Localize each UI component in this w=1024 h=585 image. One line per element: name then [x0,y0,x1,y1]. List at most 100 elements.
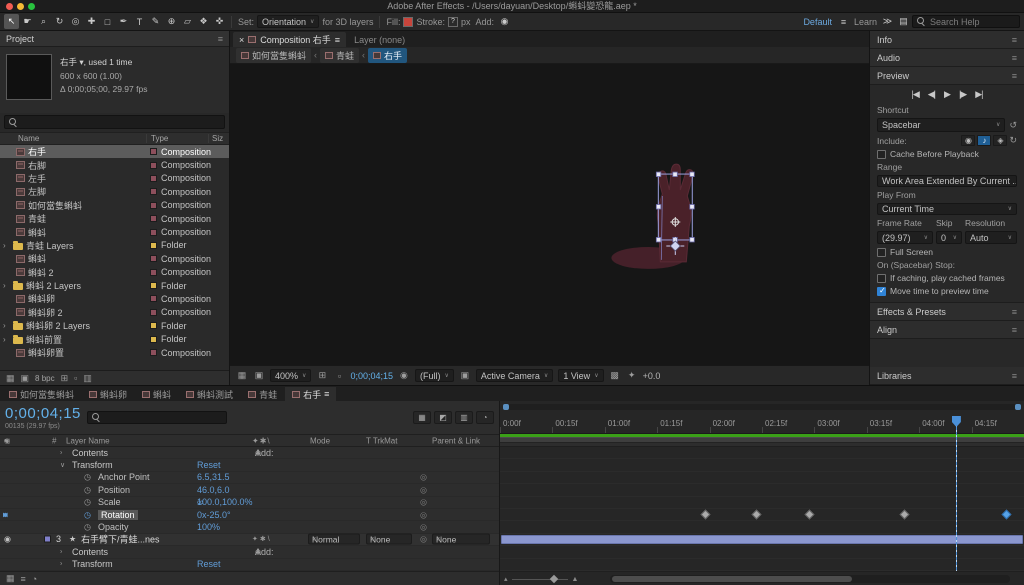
property-group-row[interactable]: ∨ Transform Reset [0,459,499,472]
next-frame-button[interactable]: |▶ [959,89,967,100]
table-row[interactable]: 蝌蚪 Composition [0,225,229,238]
effects-presets-panel-header[interactable]: Effects & Presets ≡ [870,303,1024,321]
label-chip[interactable] [150,268,157,276]
layer-duration-bar[interactable] [501,535,1023,545]
proxy-icon[interactable]: ▣ [21,373,30,384]
breadcrumb-item[interactable]: 青蛙 [320,47,360,63]
keyframe-diamond[interactable] [700,510,711,520]
label-chip[interactable] [150,188,157,196]
table-row[interactable]: 左手 Composition [0,172,229,185]
pen-tool[interactable]: ✒ [116,14,131,29]
twirl-icon[interactable]: › [3,335,10,344]
work-area-bar[interactable] [500,437,1024,443]
preview-panel-header[interactable]: Preview ≡ [870,67,1024,85]
track-row[interactable] [500,447,1024,460]
timecode-display[interactable]: 0;00;04;15 [5,406,81,421]
pickwhip-icon[interactable]: ◎ [420,510,427,519]
libraries-panel-header[interactable]: Libraries ≡ [870,367,1024,385]
zoom-tool[interactable]: ⌕ [36,14,51,29]
project-table-header[interactable]: Name Type Siz [0,132,229,145]
range-dropdown[interactable]: Work Area Extended By Current ... ∨ [877,175,1017,187]
timeline-search-input[interactable] [86,411,227,424]
panel-menu-icon[interactable]: ≡ [335,35,340,45]
help-search-input[interactable]: Search Help [912,15,1020,28]
label-chip[interactable] [150,255,157,263]
keyframe-diamond[interactable] [899,510,910,520]
puppet-pin-tool[interactable]: ✜ [212,14,227,29]
clone-stamp-tool[interactable]: ⊕ [164,14,179,29]
audio-panel-header[interactable]: Audio ≡ [870,49,1024,67]
if-caching-checkbox[interactable]: If caching, play cached frames [877,273,1017,283]
checkbox-box[interactable] [877,247,886,257]
stopwatch-icon[interactable]: ◷ [84,523,91,532]
full-screen-checkbox[interactable]: Full Screen [877,247,1017,257]
property-row[interactable]: ◷ Position 46.0,6.0 ◎ [0,484,499,497]
grid-guides-icon[interactable]: ⊞ [316,370,328,381]
new-composition-icon[interactable]: ▫ [74,373,77,383]
column-size[interactable]: Siz [208,134,229,143]
close-icon[interactable]: × [239,35,244,45]
stopwatch-icon[interactable]: ◷ [84,498,91,507]
column-type[interactable]: Type [146,134,208,143]
panel-menu-icon[interactable]: ≡ [1012,35,1017,45]
move-time-checkbox[interactable]: Move time to preview time [877,286,1017,296]
playhead[interactable] [955,425,957,571]
lock-column-icon[interactable]: ▪ [4,437,6,444]
layer-label-chip[interactable] [44,535,51,543]
twirl-icon[interactable]: › [3,321,10,330]
twirl-icon[interactable]: › [60,449,62,456]
eye-icon[interactable]: ◉ [4,535,11,544]
zoom-out-mountain-icon[interactable]: ▴ [504,575,508,583]
track-row[interactable] [500,559,1024,571]
layer-name-column[interactable]: Layer Name [66,436,110,445]
timeline-ruler[interactable]: 0:00f 00:15f 01:00f 01:15f 02:00f 02:15f 03:00… [500,415,1024,434]
switches-column-icons[interactable]: ✦✱\ [252,436,271,445]
label-chip[interactable] [150,201,157,209]
track-row[interactable] [500,521,1024,534]
reset-preview-icon[interactable]: ↺ [1009,120,1017,131]
track-row[interactable] [500,546,1024,559]
zoom-window-button[interactable] [28,2,35,10]
property-group-row[interactable]: › Contents Add: ◉ [0,546,499,559]
panel-menu-icon[interactable]: ≡ [1012,371,1017,381]
twirl-icon[interactable]: › [60,561,62,568]
property-group-row[interactable]: › Contents Add: ◉ [0,447,499,460]
property-value[interactable]: 6.5,31.5 [197,472,230,482]
label-chip[interactable] [150,335,157,343]
parent-link-column[interactable]: Parent & Link [432,436,480,445]
tab-layer[interactable]: Layer (none) [348,32,411,47]
expand-transfer-controls-icon[interactable]: ≡ [21,574,26,584]
table-row[interactable]: › 蝌蚪卵 2 Layers Folder [0,319,229,332]
property-row[interactable]: ◷ Anchor Point 6.5,31.5 ◎ [0,472,499,485]
layer-row[interactable]: ◉ 3 ★ 右手臂下/青蛙...nes ✦✱\ Normal ∨ None ∨ ◎ … [0,533,499,547]
mode-column[interactable]: Mode [310,436,330,445]
table-row[interactable]: › 青蛙 Layers Folder [0,239,229,252]
label-chip[interactable] [150,148,157,156]
table-row[interactable]: 蝌蚪 2 Composition [0,266,229,279]
table-row[interactable]: 右脚 Composition [0,158,229,171]
timeline-tab-active[interactable]: 右手 ≡ [285,387,337,401]
panel-menu-icon[interactable]: ≡ [1012,71,1017,81]
first-frame-button[interactable]: |◀ [912,89,920,100]
close-window-button[interactable] [6,2,13,10]
align-panel-header[interactable]: Align ≡ [870,321,1024,339]
add-property-icon[interactable]: ◉ [497,14,512,29]
main-viewer-icon[interactable]: ▣ [253,370,265,381]
label-chip[interactable] [150,215,157,223]
twirl-icon[interactable]: ∨ [60,461,65,469]
track-row[interactable] [500,497,1024,509]
region-of-interest-icon[interactable]: ▣ [459,370,471,381]
stopwatch-icon[interactable]: ◷ [84,473,91,482]
fill-color-swatch[interactable] [403,16,414,27]
skip-dropdown[interactable]: 0 ∨ [936,231,962,244]
label-chip[interactable] [150,174,157,182]
shortcut-dropdown[interactable]: Spacebar ∨ [877,118,1006,132]
property-value[interactable]: 46.0,6.0 [197,485,230,495]
workspace-learn-tab[interactable]: Learn [854,17,877,27]
stroke-swatch[interactable]: ? [448,16,458,27]
hand-tool[interactable]: ☛ [20,14,35,29]
table-row[interactable]: 青蛙 Composition [0,212,229,225]
property-row-rotation[interactable]: ◀ ◆ ▶ ◷ Rotation 0x-25.0° ◎ [0,509,499,522]
motion-blur-icon[interactable]: ◔ [476,411,494,424]
play-button[interactable]: ▶ [944,89,951,100]
